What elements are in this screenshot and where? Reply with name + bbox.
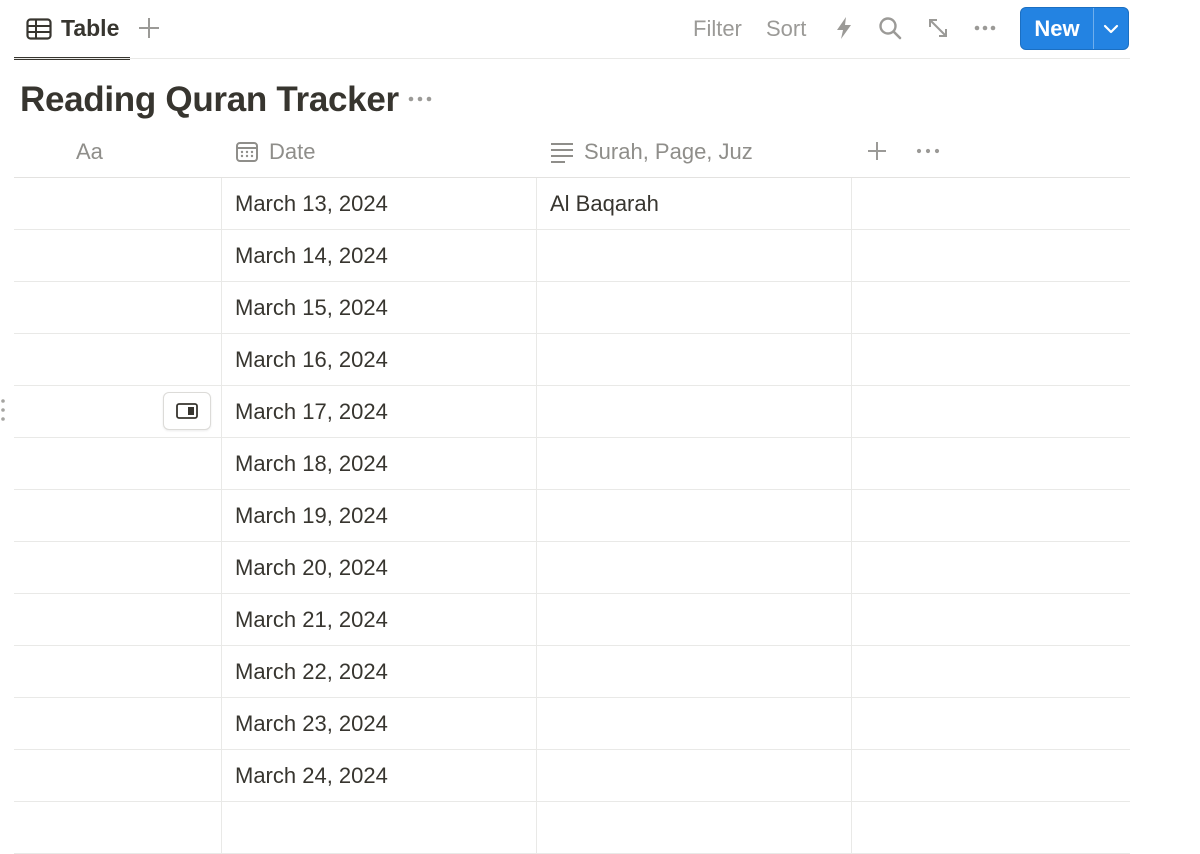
cell-name[interactable] [14,282,221,333]
cell-surah[interactable] [536,490,851,541]
cell-date[interactable]: March 14, 2024 [221,230,536,281]
cell-empty [851,334,1130,385]
toolbar-divider [14,58,1130,59]
chevron-down-icon [1103,24,1119,33]
filter-button[interactable]: Filter [693,14,742,44]
calendar-icon [236,142,258,162]
view-tab-table[interactable]: Table [14,0,130,60]
cell-empty [851,438,1130,489]
cell-surah[interactable] [536,230,851,281]
cell-surah[interactable] [536,334,851,385]
table-row[interactable]: March 19, 2024 [14,490,1130,542]
cell-surah[interactable] [536,646,851,697]
cell-name[interactable] [14,438,221,489]
cell-empty [851,542,1130,593]
cell-empty [851,178,1130,229]
cell-name[interactable] [14,230,221,281]
search-icon[interactable] [877,15,903,41]
cell-empty [851,802,1130,853]
cell-name[interactable] [14,750,221,801]
cell-surah[interactable] [536,282,851,333]
cell-name[interactable] [14,698,221,749]
cell-date[interactable]: March 19, 2024 [221,490,536,541]
table-row[interactable]: March 24, 2024 [14,750,1130,802]
text-lines-icon [551,143,573,163]
cell-surah[interactable] [536,802,851,853]
cell-surah[interactable] [536,750,851,801]
cell-date[interactable]: March 18, 2024 [221,438,536,489]
cell-empty [851,750,1130,801]
table-icon [26,17,52,40]
view-tab-label: Table [61,15,120,41]
open-side-peek-icon [176,403,198,419]
table-row[interactable]: March 17, 2024 [14,386,1130,438]
cell-name[interactable] [14,646,221,697]
table-row[interactable]: March 20, 2024 [14,542,1130,594]
cell-date[interactable]: March 23, 2024 [221,698,536,749]
add-property-plus-icon[interactable] [865,139,889,163]
table-row[interactable]: March 15, 2024 [14,282,1130,334]
cell-surah[interactable] [536,438,851,489]
cell-date[interactable]: March 24, 2024 [221,750,536,801]
table-row[interactable]: March 21, 2024 [14,594,1130,646]
open-row-button[interactable] [163,392,211,430]
cell-empty [851,698,1130,749]
cell-date[interactable] [221,802,536,853]
column-header-date[interactable]: Date [235,128,315,176]
column-more-horizontal-icon[interactable] [915,139,941,163]
new-button-group: New [1020,7,1129,50]
cell-surah[interactable] [536,386,851,437]
cell-surah[interactable] [536,594,851,645]
expand-icon[interactable] [925,15,951,41]
cell-date[interactable]: March 21, 2024 [221,594,536,645]
cell-surah[interactable] [536,542,851,593]
table-row[interactable]: March 23, 2024 [14,698,1130,750]
cell-date[interactable]: March 15, 2024 [221,282,536,333]
cell-surah[interactable]: Al Baqarah [536,178,851,229]
title-more-horizontal-icon[interactable] [406,86,434,112]
new-button[interactable]: New [1021,8,1094,49]
cell-empty [851,386,1130,437]
column-header-surah[interactable]: Surah, Page, Juz [550,128,753,176]
cell-name[interactable] [14,178,221,229]
column-header-name-label: Aa [76,139,103,164]
column-header-name[interactable]: Aa [76,128,103,176]
cell-name[interactable] [14,334,221,385]
table-row[interactable]: March 14, 2024 [14,230,1130,282]
cell-name[interactable] [14,542,221,593]
cell-name[interactable] [14,802,221,853]
table-row[interactable]: March 13, 2024 Al Baqarah [14,178,1130,230]
lightning-icon[interactable] [831,15,857,41]
cell-empty [851,646,1130,697]
column-header-surah-label: Surah, Page, Juz [584,139,753,164]
new-dropdown-button[interactable] [1094,8,1128,49]
cell-date[interactable]: March 17, 2024 [221,386,536,437]
sort-button[interactable]: Sort [766,14,806,44]
cell-empty [851,230,1130,281]
column-header-date-label: Date [269,139,316,164]
cell-name[interactable] [14,386,221,437]
cell-empty [851,490,1130,541]
cell-empty [851,594,1130,645]
page-title[interactable]: Reading Quran Tracker [20,78,399,122]
table-row[interactable]: March 22, 2024 [14,646,1130,698]
cell-surah[interactable] [536,698,851,749]
more-horizontal-icon[interactable] [972,15,998,41]
cell-empty [851,282,1130,333]
drag-handle-icon[interactable] [0,398,6,422]
table-body: March 13, 2024 Al Baqarah March 14, 2024 Ma… [14,178,1130,854]
table-row[interactable] [14,802,1130,854]
table-row[interactable]: March 18, 2024 [14,438,1130,490]
cell-date[interactable]: March 22, 2024 [221,646,536,697]
cell-date[interactable]: March 16, 2024 [221,334,536,385]
cell-name[interactable] [14,490,221,541]
cell-date[interactable]: March 13, 2024 [221,178,536,229]
add-view-plus-icon[interactable] [136,14,162,42]
cell-date[interactable]: March 20, 2024 [221,542,536,593]
cell-name[interactable] [14,594,221,645]
table-row[interactable]: March 16, 2024 [14,334,1130,386]
